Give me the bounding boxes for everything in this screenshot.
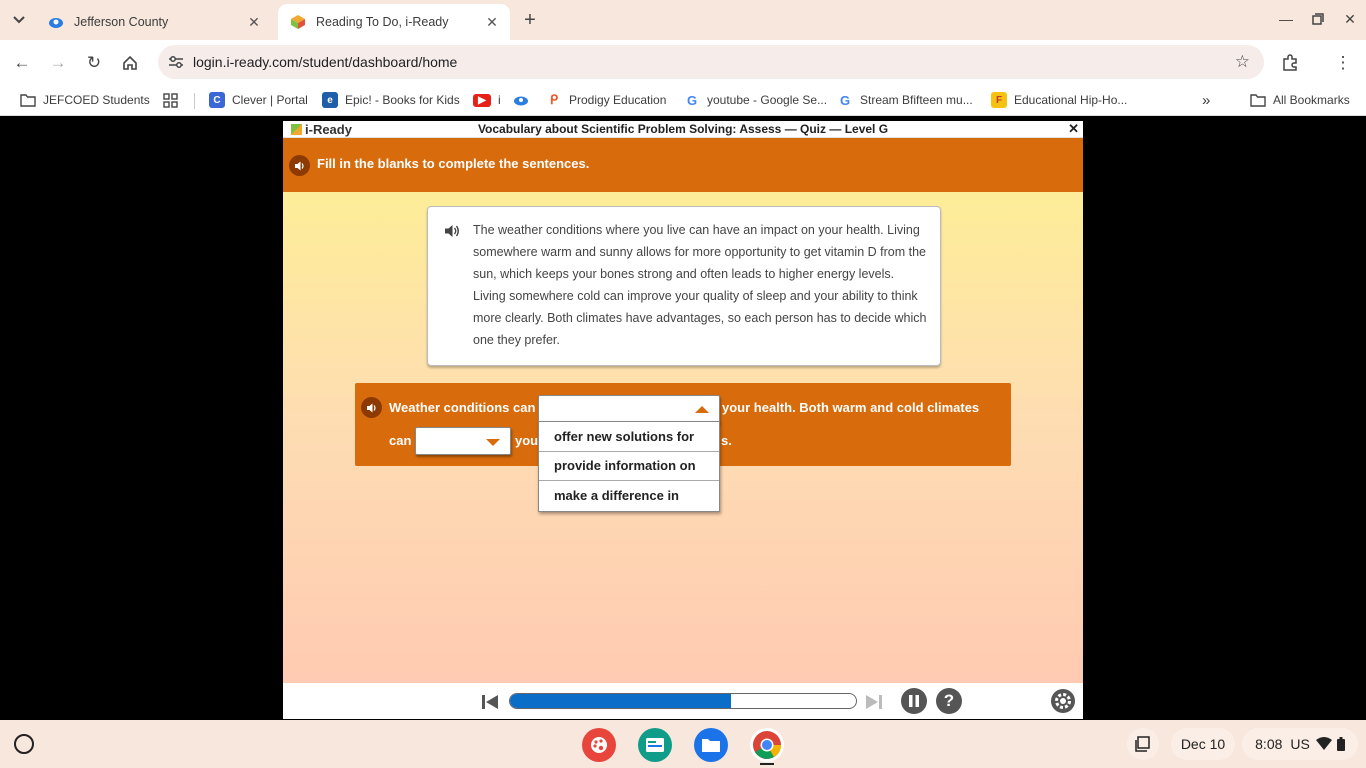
all-bookmarks-button[interactable]: All Bookmarks bbox=[1250, 90, 1350, 110]
instruction-banner: Fill in the blanks to complete the sente… bbox=[283, 138, 1083, 192]
flocabulary-icon: F bbox=[991, 92, 1007, 108]
cloud-favicon-icon bbox=[48, 14, 64, 30]
apps-grid-icon[interactable] bbox=[163, 90, 178, 110]
folder-icon bbox=[1250, 92, 1266, 108]
youtube-icon: ▶ bbox=[473, 93, 491, 107]
minimize-window-icon[interactable]: — bbox=[1272, 6, 1300, 32]
dropdown-option[interactable]: provide information on bbox=[539, 452, 719, 481]
bookmark-youtube-google-search[interactable]: G youtube - Google Se... bbox=[684, 90, 827, 110]
url-text: login.i-ready.com/student/dashboard/home bbox=[193, 54, 458, 70]
tab-title: Jefferson County bbox=[74, 15, 169, 29]
bookmark-epic-books[interactable]: e Epic! - Books for Kids bbox=[322, 90, 460, 110]
tab-reading-to-do[interactable]: Reading To Do, i-Ready ✕ bbox=[278, 4, 510, 40]
new-tab-button[interactable]: + bbox=[518, 8, 542, 32]
launcher-icon[interactable] bbox=[14, 734, 34, 754]
bookmark-clever-portal[interactable]: C Clever | Portal bbox=[209, 90, 308, 110]
close-tab-icon[interactable]: ✕ bbox=[482, 12, 502, 32]
address-bar[interactable]: login.i-ready.com/student/dashboard/home… bbox=[158, 45, 1264, 79]
close-tab-icon[interactable]: ✕ bbox=[244, 12, 264, 32]
lesson-footer: ? bbox=[283, 683, 1083, 719]
instruction-text: Fill in the blanks to complete the sente… bbox=[317, 156, 590, 171]
google-icon: G bbox=[839, 92, 851, 108]
bookmark-educational-hiphop[interactable]: F Educational Hip-Ho... bbox=[991, 90, 1127, 110]
more-menu-icon[interactable]: ⋮ bbox=[1330, 50, 1356, 76]
back-arrow-icon[interactable]: ← bbox=[9, 50, 35, 76]
pause-icon bbox=[901, 688, 927, 714]
chrome-app-icon[interactable] bbox=[750, 728, 784, 762]
folder-lock-icon bbox=[20, 92, 36, 108]
settings-gear-icon[interactable] bbox=[1050, 688, 1076, 714]
wifi-icon bbox=[1315, 737, 1332, 750]
answer-dropdown-2[interactable] bbox=[415, 427, 511, 455]
passage-speaker-icon[interactable] bbox=[442, 221, 462, 241]
close-window-icon[interactable]: ✕ bbox=[1336, 6, 1364, 32]
close-lesson-icon[interactable]: ✕ bbox=[1068, 121, 1079, 137]
tab-title: Reading To Do, i-Ready bbox=[316, 15, 449, 29]
active-app-indicator bbox=[760, 763, 774, 765]
clever-icon: C bbox=[209, 92, 225, 108]
prodigy-icon: ᑭ bbox=[549, 92, 559, 107]
site-settings-icon[interactable] bbox=[166, 55, 186, 69]
lesson-header: i-Ready Vocabulary about Scientific Prob… bbox=[283, 121, 1083, 138]
question-text-part4: you bbox=[515, 433, 539, 448]
bookmarks-bar: JEFCOED Students C Clever | Portal e Epi… bbox=[0, 84, 1366, 116]
bookmark-jefcoed-students[interactable]: JEFCOED Students bbox=[20, 90, 150, 110]
question-text-part3: can bbox=[389, 433, 412, 448]
caret-down-icon bbox=[486, 439, 500, 446]
date-pill[interactable]: Dec 10 bbox=[1171, 728, 1235, 760]
bookmark-youtube-i[interactable]: ▶ i bbox=[473, 90, 501, 110]
progress-fill bbox=[510, 694, 732, 708]
paint-app-icon[interactable] bbox=[582, 728, 616, 762]
caret-up-icon bbox=[695, 406, 709, 413]
help-button[interactable]: ? bbox=[936, 688, 962, 714]
reading-passage-card: The weather conditions where you live ca… bbox=[427, 206, 941, 366]
dropdown-option[interactable]: offer new solutions for bbox=[539, 422, 719, 452]
clock-time: 8:08 bbox=[1255, 736, 1283, 752]
bookmark-separator bbox=[194, 93, 195, 109]
skip-back-icon[interactable] bbox=[481, 693, 499, 711]
iready-lesson-frame: i-Ready Vocabulary about Scientific Prob… bbox=[283, 121, 1083, 719]
speaker-icon[interactable] bbox=[289, 155, 310, 176]
passage-text: The weather conditions where you live ca… bbox=[473, 223, 927, 347]
cloud-icon bbox=[513, 92, 529, 108]
bookmark-star-icon[interactable]: ☆ bbox=[1235, 52, 1250, 72]
google-icon: G bbox=[686, 92, 698, 108]
help-icon: ? bbox=[936, 688, 962, 714]
classroom-app-icon[interactable] bbox=[638, 728, 672, 762]
bookmark-stream-bfifteen[interactable]: G Stream Bfifteen mu... bbox=[837, 90, 973, 110]
bookmark-cloud[interactable] bbox=[513, 90, 536, 110]
more-bookmarks-chevron-icon[interactable]: » bbox=[1202, 90, 1210, 110]
extensions-icon[interactable] bbox=[1277, 50, 1303, 76]
phone-hub-icon[interactable] bbox=[1127, 728, 1159, 760]
bookmark-prodigy[interactable]: ᑭ Prodigy Education bbox=[546, 90, 667, 110]
tab-strip: Jefferson County ✕ Reading To Do, i-Read… bbox=[0, 0, 1366, 40]
tab-jefferson-county[interactable]: Jefferson County ✕ bbox=[36, 4, 272, 40]
files-app-icon[interactable] bbox=[694, 728, 728, 762]
pause-button[interactable] bbox=[901, 688, 927, 714]
lesson-progress-bar bbox=[509, 693, 857, 709]
dropdown-option[interactable]: make a difference in bbox=[539, 481, 719, 511]
answer-dropdown-1[interactable] bbox=[538, 395, 720, 423]
chevron-down-icon bbox=[13, 16, 25, 24]
question-text-part5: s. bbox=[721, 433, 732, 448]
reload-icon[interactable]: ↻ bbox=[81, 50, 107, 76]
epic-icon: e bbox=[322, 92, 338, 108]
os-shelf: Dec 10 8:08 US bbox=[0, 720, 1366, 768]
iready-favicon-icon bbox=[290, 14, 306, 30]
question-speaker-icon[interactable] bbox=[361, 397, 382, 418]
question-text-part2: your health. Both warm and cold climates bbox=[722, 400, 980, 415]
restore-window-icon[interactable] bbox=[1304, 6, 1332, 32]
dropdown-options-menu: offer new solutions for provide informat… bbox=[538, 421, 720, 512]
lesson-title: Vocabulary about Scientific Problem Solv… bbox=[477, 122, 889, 136]
status-area[interactable]: 8:08 US bbox=[1242, 728, 1358, 760]
input-locale: US bbox=[1290, 736, 1310, 752]
battery-icon bbox=[1336, 737, 1345, 751]
forward-arrow-icon[interactable]: → bbox=[45, 50, 71, 76]
question-text-part1: Weather conditions can bbox=[389, 400, 536, 415]
skip-forward-icon[interactable] bbox=[865, 693, 883, 711]
browser-toolbar: ← → ↻ login.i-ready.com/student/dashboar… bbox=[0, 40, 1366, 84]
home-icon[interactable] bbox=[117, 50, 143, 76]
tab-search-button[interactable] bbox=[6, 8, 32, 32]
